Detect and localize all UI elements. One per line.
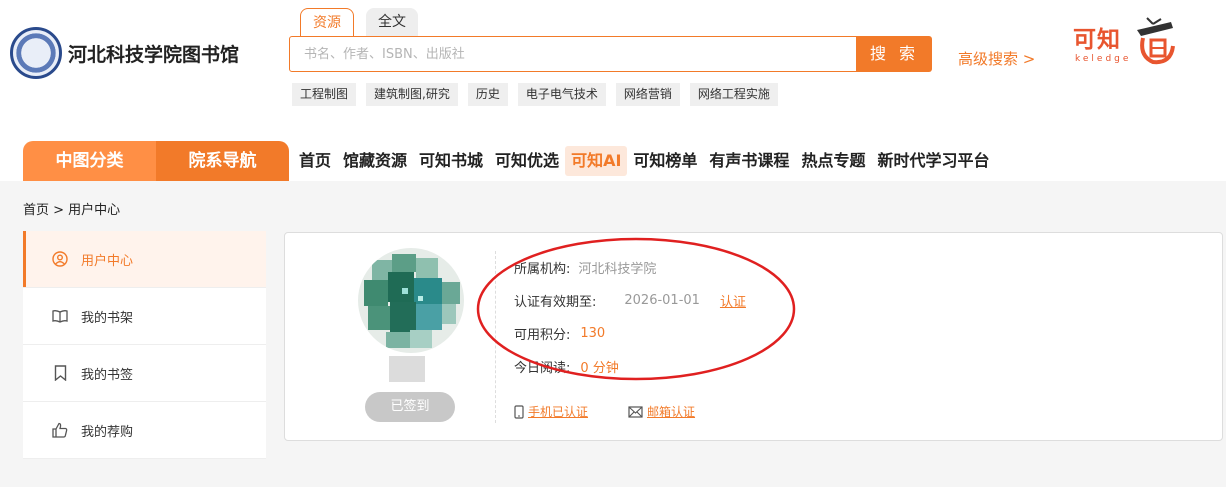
sidebar-item-recommendations[interactable]: 我的荐购 bbox=[23, 402, 266, 459]
points-row: 可用积分: 130 bbox=[514, 317, 746, 350]
nav-item-learning-platform[interactable]: 新时代学习平台 bbox=[871, 146, 995, 176]
nav-item-bookstore[interactable]: 可知书城 bbox=[413, 146, 489, 176]
breadcrumb: 首页 > 用户中心 bbox=[23, 203, 121, 218]
signed-in-button[interactable]: 已签到 bbox=[365, 392, 455, 422]
advanced-search-link[interactable]: 高级搜索 > bbox=[958, 48, 1035, 69]
institution-label: 所属机构: bbox=[514, 262, 571, 277]
hot-tag[interactable]: 历史 bbox=[467, 83, 508, 106]
validity-label: 认证有效期至: bbox=[514, 295, 597, 310]
sidebar-item-label: 我的书架 bbox=[81, 310, 134, 326]
phone-verified-link[interactable]: 手机已认证 bbox=[514, 403, 588, 420]
search-tabs: 资源 全文 bbox=[300, 8, 430, 37]
institution-value: 河北科技学院 bbox=[578, 262, 657, 277]
email-verify-label: 邮箱认证 bbox=[647, 405, 696, 419]
card-divider bbox=[495, 251, 496, 423]
sidebar-item-user-center[interactable]: 用户中心 bbox=[23, 231, 266, 288]
sidebar-item-bookshelf[interactable]: 我的书架 bbox=[23, 288, 266, 345]
user-sidebar: 用户中心 我的书架 我的书签 我的荐购 bbox=[23, 231, 266, 459]
search-tab-fulltext[interactable]: 全文 bbox=[366, 8, 418, 36]
search-tab-resource[interactable]: 资源 bbox=[300, 8, 354, 37]
nav-item-collection[interactable]: 馆藏资源 bbox=[337, 146, 413, 176]
email-verify-link[interactable]: 邮箱认证 bbox=[628, 403, 695, 420]
nav-item-topics[interactable]: 热点专题 bbox=[795, 146, 871, 176]
nav-item-audiobooks[interactable]: 有声书课程 bbox=[703, 146, 795, 176]
user-info-card: 已签到 所属机构: 河北科技学院 认证有效期至: 2026-01-01 认证 可… bbox=[284, 232, 1223, 441]
phone-verified-label: 手机已认证 bbox=[528, 405, 589, 419]
sidebar-item-label: 我的荐购 bbox=[81, 424, 134, 440]
user-name-blurred bbox=[389, 356, 425, 382]
mail-icon bbox=[628, 405, 643, 418]
points-value: 130 bbox=[580, 326, 606, 341]
main-nav: 中图分类 院系导航 首页 馆藏资源 可知书城 可知优选 可知AI 可知榜单 有声… bbox=[23, 141, 995, 181]
search-button[interactable]: 搜 索 bbox=[857, 36, 932, 72]
library-logo[interactable]: 河北科技学院图书馆 bbox=[10, 27, 239, 79]
hot-tag[interactable]: 网络工程实施 bbox=[689, 83, 778, 106]
search-box bbox=[289, 36, 857, 72]
certify-link[interactable]: 认证 bbox=[720, 291, 746, 310]
nav-items: 首页 馆藏资源 可知书城 可知优选 可知AI 可知榜单 有声书课程 热点专题 新… bbox=[293, 146, 995, 176]
nav-item-ai[interactable]: 可知AI bbox=[565, 146, 628, 176]
user-avatar[interactable] bbox=[358, 248, 464, 353]
hot-tag[interactable]: 网络营销 bbox=[615, 83, 680, 106]
bookmark-icon bbox=[51, 364, 69, 382]
reading-label: 今日阅读: bbox=[514, 361, 571, 376]
hot-tag[interactable]: 电子电气技术 bbox=[517, 83, 606, 106]
user-circle-icon bbox=[51, 250, 69, 268]
points-label: 可用积分: bbox=[514, 328, 571, 343]
keledge-mark-icon bbox=[1137, 17, 1175, 65]
category-nav-button[interactable]: 中图分类 bbox=[23, 141, 156, 181]
validity-value: 2026-01-01 bbox=[624, 293, 700, 308]
user-info-list: 所属机构: 河北科技学院 认证有效期至: 2026-01-01 认证 可用积分:… bbox=[514, 251, 746, 383]
department-nav-button[interactable]: 院系导航 bbox=[156, 141, 289, 181]
phone-icon bbox=[514, 404, 524, 419]
library-name: 河北科技学院图书馆 bbox=[68, 43, 240, 66]
hot-tag[interactable]: 建筑制图,研究 bbox=[366, 83, 458, 106]
verification-links: 手机已认证 邮箱认证 bbox=[514, 403, 735, 420]
search-input[interactable] bbox=[290, 37, 856, 71]
institution-row: 所属机构: 河北科技学院 bbox=[514, 251, 746, 284]
sidebar-item-label: 用户中心 bbox=[81, 253, 134, 269]
sidebar-item-label: 我的书签 bbox=[81, 367, 134, 383]
open-book-icon bbox=[51, 307, 69, 325]
thumbs-up-icon bbox=[51, 421, 69, 439]
nav-item-home[interactable]: 首页 bbox=[293, 146, 337, 176]
hot-tags: 工程制图 建筑制图,研究 历史 电子电气技术 网络营销 网络工程实施 bbox=[292, 83, 788, 106]
validity-row: 认证有效期至: 2026-01-01 认证 bbox=[514, 284, 746, 317]
reading-value: 0 分钟 bbox=[580, 361, 619, 376]
nav-item-rankings[interactable]: 可知榜单 bbox=[627, 146, 703, 176]
keledge-logo[interactable]: 可知 keledge bbox=[1073, 17, 1183, 76]
nav-item-selected[interactable]: 可知优选 bbox=[489, 146, 565, 176]
library-seal-icon bbox=[10, 27, 62, 79]
sidebar-item-bookmarks[interactable]: 我的书签 bbox=[23, 345, 266, 402]
hot-tag[interactable]: 工程制图 bbox=[292, 83, 357, 106]
reading-row: 今日阅读: 0 分钟 bbox=[514, 350, 746, 383]
